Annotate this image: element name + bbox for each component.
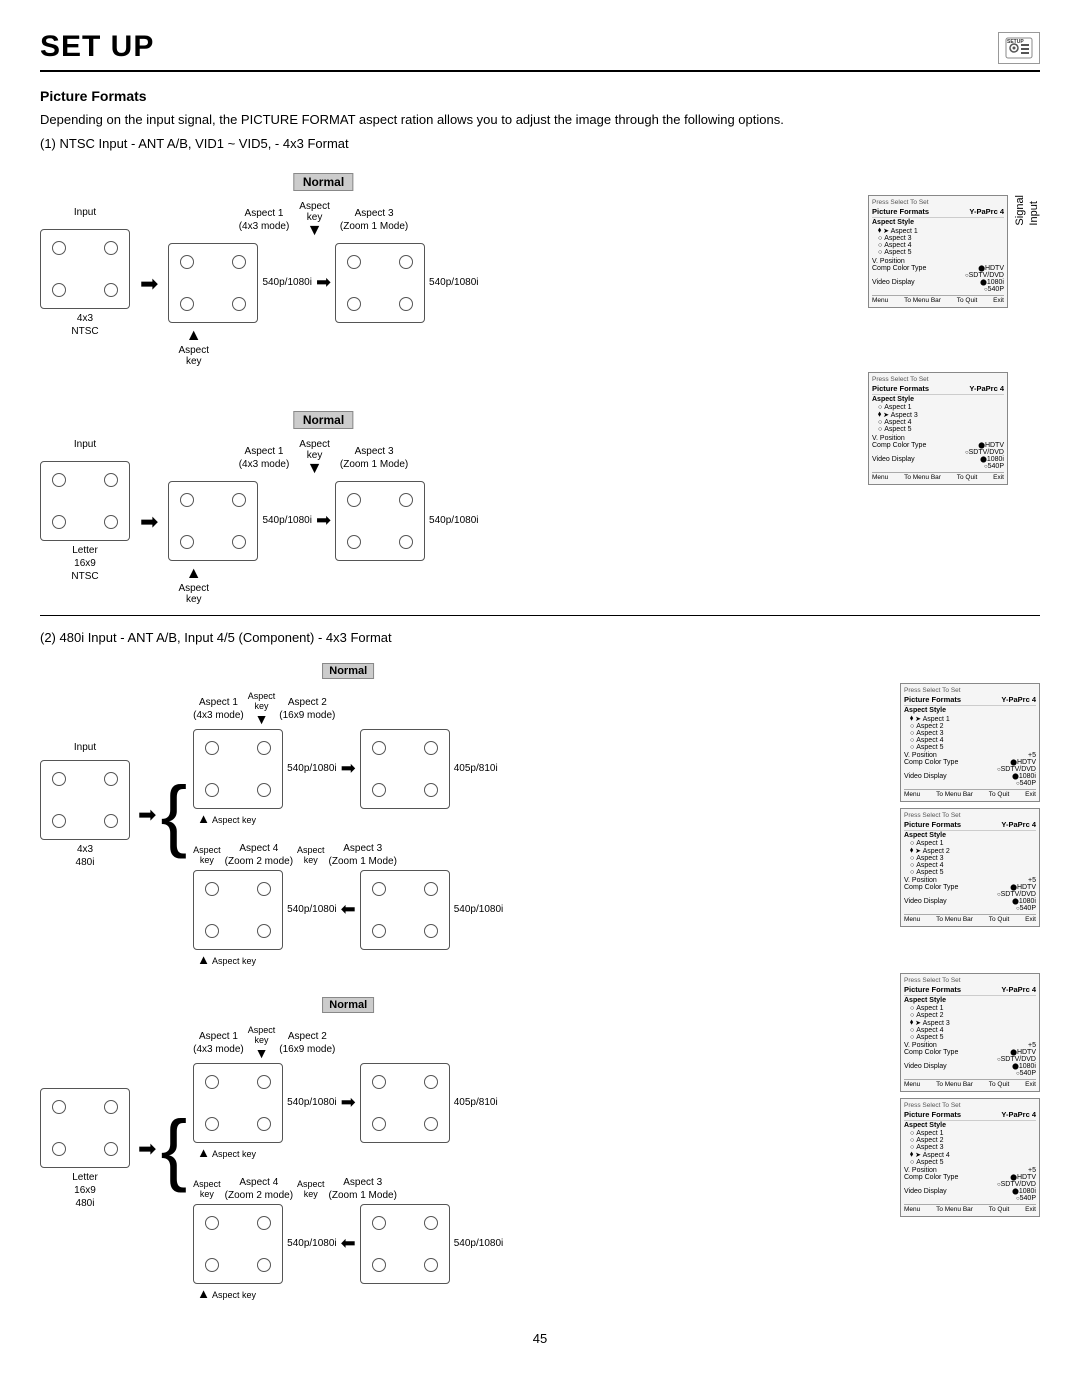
tv1-label: 4x3NTSC (71, 312, 98, 338)
s2-normal-badge-1: Normal (322, 663, 374, 679)
aspect-key-bottom-left-2: ▲ Aspect key (178, 565, 209, 605)
bracket-2: { (160, 1109, 187, 1189)
section1-diagram: Input 4x3NTSC ➡ Normal (40, 165, 1040, 605)
aspect3-top-label-2: Aspect 3(Zoom 1 Mode) (340, 445, 408, 471)
menu-panel-3: Press Select To Set Picture FormatsY-PaP… (900, 683, 1040, 802)
arrow-right-2: ➡ (140, 509, 158, 535)
aspect1-top-label-1: Aspect 1(4x3 mode) (239, 207, 290, 233)
tv-aspect3-1-label: 540p/1080i (429, 277, 479, 288)
section2-diagram: Input 4x3480i ➡ { Normal (40, 663, 1040, 1301)
s2-tv-a2-t2 (360, 1063, 450, 1143)
arrow-right-mid-2: ➡ (316, 510, 331, 531)
bracket-group-1: Input 4x3480i ➡ { Normal (40, 663, 890, 967)
aspect-key-col-1: Aspect key ▼ (299, 201, 330, 239)
section1-flows: Input 4x3NTSC ➡ Normal (40, 165, 856, 605)
flow-row-1: Input 4x3NTSC ➡ Normal (40, 165, 856, 367)
tv-aspect1-1-label: 540p/1080i (262, 277, 312, 288)
tv2-label: Letter16x9NTSC (71, 544, 98, 583)
section-title: Picture Formats (40, 88, 1040, 104)
s2-tv-input-2 (40, 1088, 130, 1168)
tv-input-2 (40, 461, 130, 541)
aspect-key-bottom-left-1: ▲ Aspect key (178, 327, 209, 367)
flow-row-2: Input Letter16x9NTSC ➡ Normal Aspect 1(4… (40, 403, 856, 605)
s2-tv-a1-t (193, 729, 283, 809)
page-title: SET UP SETUP (40, 30, 1040, 72)
s2-tv-input-1 (40, 760, 130, 840)
tv-aspect1-2-label: 540p/1080i (262, 515, 312, 526)
s2-tv-a4-b (193, 870, 283, 950)
s2-tv-a3-b2 (360, 1204, 450, 1284)
menu-panel-2: Press Select To Set Picture FormatsY-PaP… (868, 372, 1008, 485)
menus-col-1: Press Select To Set Picture FormatsY-PaP… (868, 165, 1040, 605)
menu-panel-6: Press Select To Set Picture FormatsY-PaP… (900, 1098, 1040, 1217)
normal-badge-2: Normal (294, 411, 353, 429)
svg-text:SETUP: SETUP (1007, 39, 1024, 45)
tv-aspect3-2-label: 540p/1080i (429, 515, 479, 526)
section-divider (40, 615, 1040, 616)
tv-aspect1-1 (168, 243, 258, 323)
section2-menus: Press Select To Set Picture FormatsY-PaP… (900, 663, 1040, 1301)
tv-aspect3-1 (335, 243, 425, 323)
section2-left: Input 4x3480i ➡ { Normal (40, 663, 890, 1301)
input-label-2: Input (40, 439, 130, 450)
s2-tv-a1-t2 (193, 1063, 283, 1143)
arrow-right-mid-1: ➡ (316, 272, 331, 293)
input-tv-wrapper-1: Input 4x3NTSC (40, 229, 130, 338)
bracket-group-2: Letter16x9480i ➡ { Normal Aspect 1(4x3 m… (40, 997, 890, 1301)
arrow-right-1: ➡ (140, 271, 158, 297)
s2-arrow-2: ➡ (138, 1136, 156, 1162)
s2-tv-a3-b (360, 870, 450, 950)
sub-title-2: (2) 480i Input - ANT A/B, Input 4/5 (Com… (40, 630, 1040, 645)
input-tv-wrapper-2: Input Letter16x9NTSC (40, 461, 130, 583)
s2-normal-badge-2: Normal (322, 997, 374, 1013)
input-label-1: Input (40, 207, 130, 218)
normal-badge-1: Normal (294, 173, 353, 191)
tv-input-1 (40, 229, 130, 309)
s2-tv1-label: 4x3480i (76, 843, 95, 869)
s2-tv2-label: Letter16x9480i (72, 1171, 98, 1210)
signal-label: Signal (1014, 195, 1026, 226)
aspect1-top-label-2: Aspect 1(4x3 mode) (239, 445, 290, 471)
menu-panel-5: Press Select To Set Picture FormatsY-PaP… (900, 973, 1040, 1092)
tv-aspect3-2 (335, 481, 425, 561)
s2-input-label-1: Input (74, 742, 96, 753)
sub-title-1: (1) NTSC Input - ANT A/B, VID1 ~ VID5, -… (40, 136, 1040, 151)
intro-text: Depending on the input signal, the PICTU… (40, 110, 1040, 130)
bracket-1: { (160, 775, 187, 855)
setup-icon: SETUP (998, 32, 1040, 64)
menu-panel-4: Press Select To Set Picture FormatsY-PaP… (900, 808, 1040, 927)
s2-tv-a4-b2 (193, 1204, 283, 1284)
s2-arrow-1: ➡ (138, 802, 156, 828)
menu-panel-1: Press Select To Set Picture FormatsY-PaP… (868, 195, 1008, 308)
aspect-key-col-2: Aspect key ▼ (299, 439, 330, 477)
input-signal-label: Input (1028, 195, 1040, 226)
aspect3-top-label-1: Aspect 3(Zoom 1 Mode) (340, 207, 408, 233)
page-number: 45 (40, 1331, 1040, 1346)
s2-tv-a2-t (360, 729, 450, 809)
tv-aspect1-2 (168, 481, 258, 561)
